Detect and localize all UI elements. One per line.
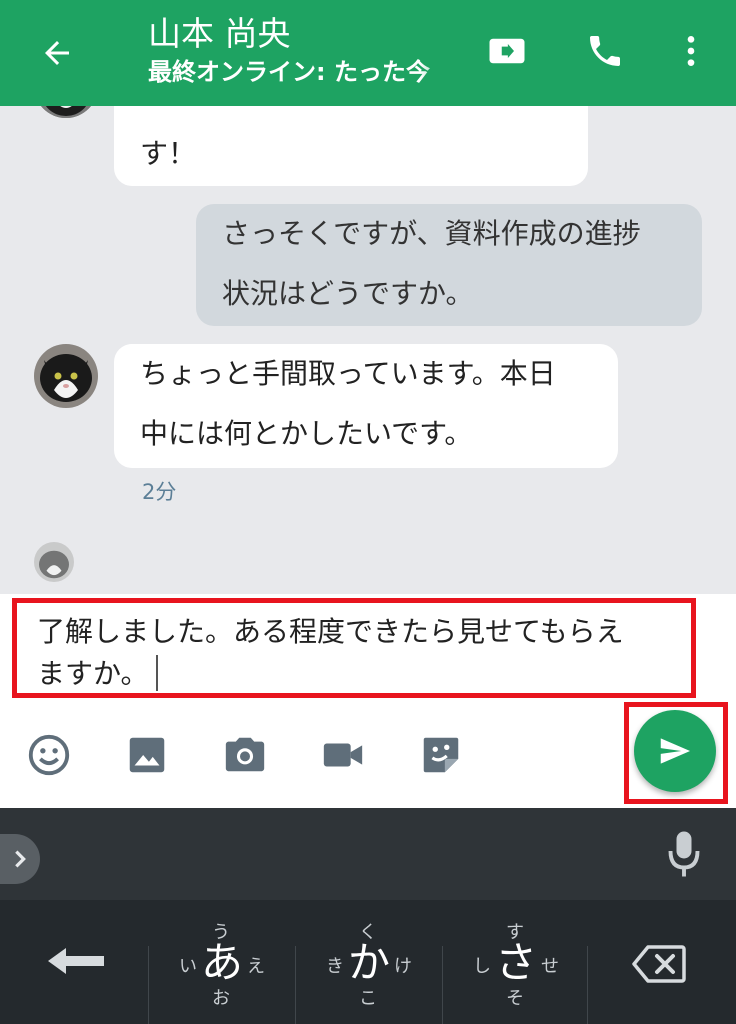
chevron-right-icon <box>15 850 26 868</box>
text-caret <box>156 655 159 691</box>
video-button[interactable] <box>318 730 368 780</box>
arrow-left-icon <box>45 41 69 65</box>
cat-avatar-image <box>34 542 74 582</box>
message-input-line: 了解しました。ある程度できたら見せてもらえ <box>37 615 624 648</box>
phone-icon <box>590 36 620 66</box>
send-icon <box>660 738 691 764</box>
key-flick-left: き <box>326 956 344 977</box>
sticker-button[interactable] <box>416 730 466 780</box>
message-input-line: ますか。 <box>37 657 149 690</box>
contact-avatar[interactable] <box>34 344 98 408</box>
video-call-icon <box>489 38 525 64</box>
key-flick-right: け <box>394 956 412 977</box>
image-icon <box>129 737 165 773</box>
undo-key[interactable] <box>0 900 148 1024</box>
send-button[interactable] <box>634 710 716 792</box>
key-flick-left: い <box>179 956 197 977</box>
camera-icon <box>225 737 265 772</box>
contact-avatar[interactable] <box>34 106 98 118</box>
message-bubble-outgoing[interactable]: さっそくですが、資料作成の進捗 状況はどうですか。 <box>196 204 702 326</box>
emoji-button[interactable] <box>24 730 74 780</box>
sticker-icon <box>423 737 459 773</box>
message-text-line: さっそくですが、資料作成の進捗 <box>222 217 641 250</box>
key-flick-down: そ <box>506 988 524 1009</box>
image-button[interactable] <box>122 730 172 780</box>
read-receipt-avatar <box>34 542 74 582</box>
key-flick-left: し <box>473 956 491 977</box>
video-icon <box>323 743 363 767</box>
key-main-char: さ <box>495 938 538 987</box>
mic-icon <box>668 831 700 877</box>
key-flick-right: せ <box>541 956 559 977</box>
emoji-icon <box>28 734 70 776</box>
key-main-char: か <box>348 938 391 987</box>
flick-keyboard: う い あ え お く き か け こ す し さ せ そ <box>0 900 736 1024</box>
key-sa[interactable]: す し さ せ そ <box>443 900 587 1024</box>
key-flick-right: え <box>247 956 265 977</box>
message-text-line: す！ <box>140 137 197 170</box>
app-header: 山本 尚央 最終オンライン: たった今 <box>0 0 736 106</box>
key-flick-down: お <box>212 988 230 1009</box>
cat-avatar-image <box>34 344 98 408</box>
message-bubble-incoming[interactable]: ちょっと手間取っています。本日 中には何とかしたいです。 <box>114 344 618 468</box>
keyboard-toolbar <box>0 808 736 900</box>
message-text-line: 了解です。よろしくお願いしま <box>140 106 562 124</box>
key-main-char: あ <box>201 938 244 987</box>
voice-call-button[interactable] <box>580 26 630 76</box>
back-button[interactable] <box>32 28 82 78</box>
message-timestamp: 2分 <box>142 480 177 504</box>
message-input[interactable]: 了解しました。ある程度できたら見せてもらえ ますか。 <box>12 598 696 698</box>
message-text-line: 中には何とかしたいです。 <box>140 417 473 450</box>
key-a[interactable]: う い あ え お <box>149 900 295 1024</box>
more-vert-icon <box>687 36 695 66</box>
keyboard-expand-button[interactable] <box>0 834 40 884</box>
cat-avatar-image <box>34 106 98 118</box>
message-bubble-incoming[interactable]: 了解です。よろしくお願いしま す！ <box>114 106 588 186</box>
video-call-button[interactable] <box>482 26 532 76</box>
more-options-button[interactable] <box>666 26 716 76</box>
camera-button[interactable] <box>220 730 270 780</box>
undo-arrow-icon <box>48 948 104 974</box>
message-list[interactable]: 了解です。よろしくお願いしま す！ さっそくですが、資料作成の進捗 状況はどうで… <box>0 106 736 594</box>
last-online-status: 最終オンライン: たった今 <box>148 58 430 86</box>
message-text-line: 状況はどうですか。 <box>222 277 474 310</box>
backspace-icon <box>632 945 686 983</box>
contact-name[interactable]: 山本 尚央 <box>148 14 291 54</box>
message-text-line: ちょっと手間取っています。本日 <box>140 357 556 390</box>
voice-input-button[interactable] <box>666 828 702 880</box>
backspace-key[interactable] <box>588 900 736 1024</box>
key-flick-down: こ <box>359 988 377 1009</box>
key-ka[interactable]: く き か け こ <box>296 900 442 1024</box>
